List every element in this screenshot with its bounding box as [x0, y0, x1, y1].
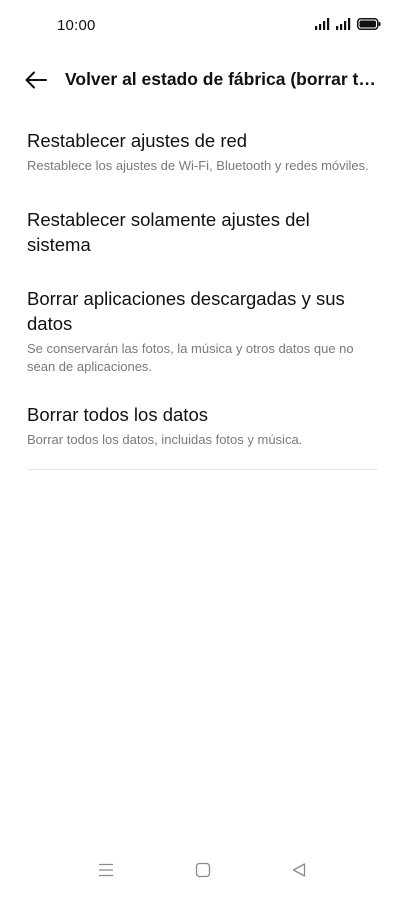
status-time: 10:00 [57, 17, 96, 34]
list-item-title: Borrar aplicaciones descargadas y sus da… [27, 287, 345, 334]
signal-icon [315, 18, 330, 30]
menu-icon [99, 863, 113, 877]
battery-icon [357, 18, 381, 30]
navigation-bar [0, 842, 405, 902]
list-item-erase-all-data[interactable]: Borrar todos los datos Borrar todos los … [27, 402, 378, 450]
back-nav-button[interactable] [285, 856, 313, 884]
arrow-left-icon [25, 71, 47, 89]
list-item-title: Borrar todos los datos [27, 403, 208, 425]
page-title: Volver al estado de fábrica (borrar to… [65, 69, 383, 89]
divider [27, 469, 378, 470]
list-item-reset-network[interactable]: Restablecer ajustes de red Restablece lo… [27, 128, 378, 176]
list-item-title: Restablecer solamente ajustes del sistem… [27, 208, 310, 255]
list-item-description: Restablece los ajustes de Wi-Fi, Bluetoo… [27, 158, 369, 173]
status-bar: 10:00 [0, 0, 405, 54]
home-icon [195, 862, 211, 878]
back-button[interactable] [22, 66, 50, 94]
app-header: Volver al estado de fábrica (borrar to… [0, 60, 405, 100]
list-item-description: Se conservarán las fotos, la música y ot… [27, 340, 354, 375]
list-item-title: Restablecer ajustes de red [27, 130, 248, 151]
list-item-reset-system-settings[interactable]: Restablecer solamente ajustes del sistem… [27, 207, 378, 257]
back-triangle-icon [292, 863, 306, 877]
home-button[interactable] [189, 856, 217, 884]
signal-icon [336, 18, 351, 30]
settings-list: Restablecer ajustes de red Restablece lo… [27, 128, 378, 449]
list-item-description: Borrar todos los datos, incluidas fotos … [27, 431, 303, 447]
status-icons [315, 18, 381, 30]
recent-apps-button[interactable] [92, 856, 120, 884]
list-item-erase-downloaded-apps[interactable]: Borrar aplicaciones descargadas y sus da… [27, 286, 378, 377]
